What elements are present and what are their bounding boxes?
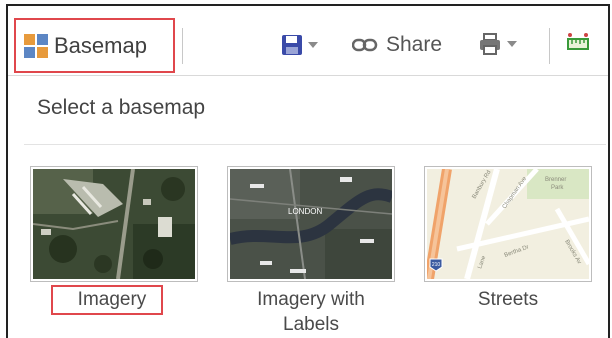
panel-heading: Select a basemap bbox=[37, 96, 206, 119]
print-button[interactable] bbox=[478, 32, 517, 56]
imagery-thumbnail bbox=[30, 166, 198, 282]
london-map-label: LONDON bbox=[288, 207, 322, 216]
save-icon bbox=[282, 35, 302, 55]
share-label: Share bbox=[386, 33, 443, 56]
toolbar-separator bbox=[549, 28, 550, 64]
print-dropdown-caret bbox=[507, 41, 517, 47]
basemap-option-imagery[interactable] bbox=[30, 166, 198, 282]
highway-shield-label: 210 bbox=[432, 262, 441, 268]
measure-button[interactable] bbox=[566, 31, 590, 55]
street-label-park: Park bbox=[551, 185, 564, 191]
save-button[interactable] bbox=[281, 34, 318, 56]
basemap-option-streets[interactable]: Banbury Rd Chapman Ave Brenner Park Bert… bbox=[424, 166, 592, 282]
share-button[interactable]: Share bbox=[352, 33, 442, 57]
imagery-label: Imagery bbox=[77, 289, 147, 310]
imagery-with-labels-line1: Imagery with bbox=[257, 289, 365, 310]
imagery-with-labels-label: Imagery with Labels bbox=[216, 287, 406, 337]
basemap-button[interactable]: Basemap bbox=[24, 30, 147, 62]
toolbar-separator bbox=[182, 28, 183, 64]
basemap-grid-icon bbox=[24, 34, 48, 58]
measure-icon bbox=[567, 33, 589, 50]
save-dropdown-caret bbox=[308, 42, 318, 48]
print-icon bbox=[480, 33, 500, 55]
streets-label: Streets bbox=[477, 289, 539, 310]
basemap-option-imagery-with-labels[interactable]: LONDON bbox=[227, 166, 395, 282]
imagery-with-labels-line2: Labels bbox=[283, 314, 339, 335]
panel-divider bbox=[24, 144, 606, 145]
street-label-brenner: Brenner bbox=[545, 177, 566, 183]
basemap-label: Basemap bbox=[54, 33, 147, 58]
share-link-icon bbox=[352, 38, 378, 52]
imagery-with-labels-thumbnail: LONDON bbox=[227, 166, 395, 282]
streets-thumbnail: Banbury Rd Chapman Ave Brenner Park Bert… bbox=[424, 166, 592, 282]
